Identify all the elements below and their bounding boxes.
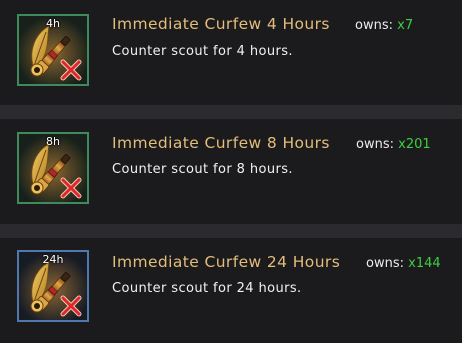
row-divider (0, 105, 462, 119)
owns-count-value: x201 (398, 137, 431, 152)
curfew-8h-icon-frame[interactable]: 8h (17, 132, 89, 204)
owns-label: owns: (366, 256, 404, 271)
curfew-4h-icon-frame[interactable]: 4h (17, 14, 89, 86)
item-row-8h[interactable]: 8h Immediate Curfew 8 Hours owns: x201 C… (0, 119, 462, 224)
duration-badge: 8h (46, 135, 60, 148)
owns-count: owns: x144 (366, 256, 441, 271)
item-row-4h[interactable]: 4h Immediate Curfew 4 Hours owns: x7 Cou… (0, 0, 462, 105)
curfew-24h-icon-frame[interactable]: 24h (17, 250, 89, 322)
owns-count-value: x144 (408, 256, 441, 271)
item-description: Counter scout for 4 hours. (112, 44, 293, 59)
duration-badge: 24h (42, 253, 64, 266)
duration-badge: 4h (46, 17, 60, 30)
item-title: Immediate Curfew 24 Hours (112, 253, 341, 271)
item-row-24h[interactable]: 24h Immediate Curfew 24 Hours owns: x144… (0, 238, 462, 343)
owns-count: owns: x7 (355, 18, 413, 33)
owns-count: owns: x201 (356, 137, 431, 152)
item-description: Counter scout for 8 hours. (112, 162, 293, 177)
item-title: Immediate Curfew 4 Hours (112, 15, 330, 33)
owns-label: owns: (355, 18, 393, 33)
item-title: Immediate Curfew 8 Hours (112, 134, 330, 152)
item-description: Counter scout for 24 hours. (112, 281, 302, 296)
owns-label: owns: (356, 137, 394, 152)
owns-count-value: x7 (397, 18, 414, 33)
row-divider (0, 224, 462, 238)
